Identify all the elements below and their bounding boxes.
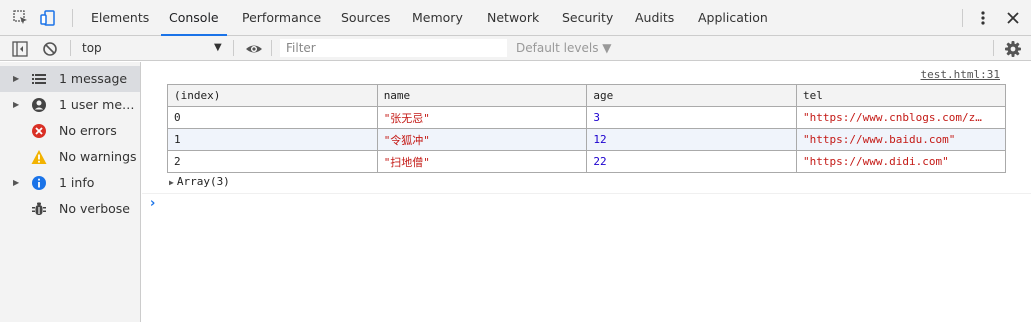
sidebar-item-warnings[interactable]: No warnings [0,144,140,170]
show-sidebar-icon[interactable] [10,39,30,59]
column-header-age[interactable]: age [586,84,798,107]
warning-icon [31,149,47,165]
close-devtools-icon[interactable] [1003,8,1023,28]
table-row: 1 "令狐冲" 12 "https://www.baidu.com" [167,128,1006,151]
sidebar-item-label: No verbose [59,201,130,216]
toolbar-divider [271,40,272,56]
error-icon [31,123,47,139]
table-cell-tel: "https://www.baidu.com" [796,128,1006,151]
column-header-tel[interactable]: tel [796,84,1006,107]
table-cell-index: 2 [167,150,378,173]
table-cell-name: "令狐冲" [376,128,588,151]
table-row: 0 "张无忌" 3 "https://www.cnblogs.com/z… [167,106,1006,129]
sidebar-item-user-messages[interactable]: ▶ 1 user mess... [0,92,140,118]
table-cell-name: "张无忌" [376,106,588,129]
tab-elements[interactable]: Elements [91,0,149,36]
sidebar-item-label: No errors [59,123,117,138]
table-header-row: (index) name age tel [167,84,1006,107]
list-icon [31,71,47,87]
toolbar-divider-right [993,40,994,56]
user-icon [31,97,47,113]
table-cell-index: 1 [167,128,378,151]
tab-console[interactable]: Console [161,0,227,36]
message-divider [142,193,1031,194]
sidebar-item-label: No warnings [59,149,137,164]
tabbar-divider-right [962,9,963,27]
table-cell-age: 12 [586,128,798,151]
console-sidebar: ▶ 1 message ▶ 1 user mess... No errors N… [0,62,141,322]
more-options-icon[interactable] [973,8,993,28]
table-cell-index: 0 [167,106,378,129]
tab-sources[interactable]: Sources [341,0,390,36]
tab-memory[interactable]: Memory [412,0,463,36]
log-levels-dropdown[interactable]: Default levels ▼ [516,36,612,60]
column-header-name[interactable]: name [376,84,588,107]
devtools-tabbar: Elements Console Performance Sources Mem… [0,0,1031,36]
toolbar-divider [70,40,71,56]
sidebar-item-verbose[interactable]: No verbose [0,196,140,222]
tab-audits[interactable]: Audits [635,0,674,36]
column-header-index[interactable]: (index) [167,84,378,107]
table-cell-age: 3 [586,106,798,129]
sidebar-item-messages[interactable]: ▶ 1 message [0,66,140,92]
live-expression-eye-icon[interactable] [244,39,264,59]
context-dropdown-icon[interactable]: ▼ [214,36,222,60]
tab-network[interactable]: Network [487,0,539,36]
console-prompt[interactable]: › [150,196,155,211]
tabbar-divider [72,9,73,27]
sidebar-item-label: 1 info [59,175,95,190]
console-output: test.html:31 (index) name age tel 0 "张无忌… [142,62,1031,322]
expand-arrow-icon[interactable]: ▶ [13,170,19,196]
sidebar-item-errors[interactable]: No errors [0,118,140,144]
device-toolbar-icon[interactable] [38,8,58,28]
info-icon [31,175,47,191]
array-summary: Array(3) [176,175,230,188]
expand-arrow-icon[interactable]: ▶ [13,92,19,118]
table-cell-age: 22 [586,150,798,173]
table-cell-name: "扫地僧" [376,150,588,173]
table-cell-tel: "https://www.didi.com" [796,150,1006,173]
sidebar-item-label: 1 message [59,71,128,86]
inspect-element-icon[interactable] [11,8,31,28]
context-selector[interactable]: top [82,36,102,60]
source-location-link[interactable]: test.html:31 [921,68,1000,81]
bug-icon [31,201,47,217]
console-table: (index) name age tel 0 "张无忌" 3 "https://… [167,84,1006,173]
sidebar-item-label: 1 user mess... [59,97,139,112]
tab-security[interactable]: Security [562,0,613,36]
tab-performance[interactable]: Performance [242,0,321,36]
clear-console-icon[interactable] [40,39,60,59]
expand-arrow-icon[interactable]: ▶ [13,66,19,92]
toolbar-divider [233,40,234,56]
tab-application[interactable]: Application [698,0,768,36]
console-settings-gear-icon[interactable] [1003,39,1023,59]
table-row: 2 "扫地僧" 22 "https://www.didi.com" [167,150,1006,173]
filter-input[interactable] [280,39,507,57]
array-object-preview[interactable]: ▶ Array(3) [169,175,230,188]
sidebar-item-info[interactable]: ▶ 1 info [0,170,140,196]
console-toolbar: top ▼ Default levels ▼ [0,36,1031,61]
table-cell-tel: "https://www.cnblogs.com/z… [796,106,1006,129]
expand-arrow-icon[interactable]: ▶ [169,178,174,187]
